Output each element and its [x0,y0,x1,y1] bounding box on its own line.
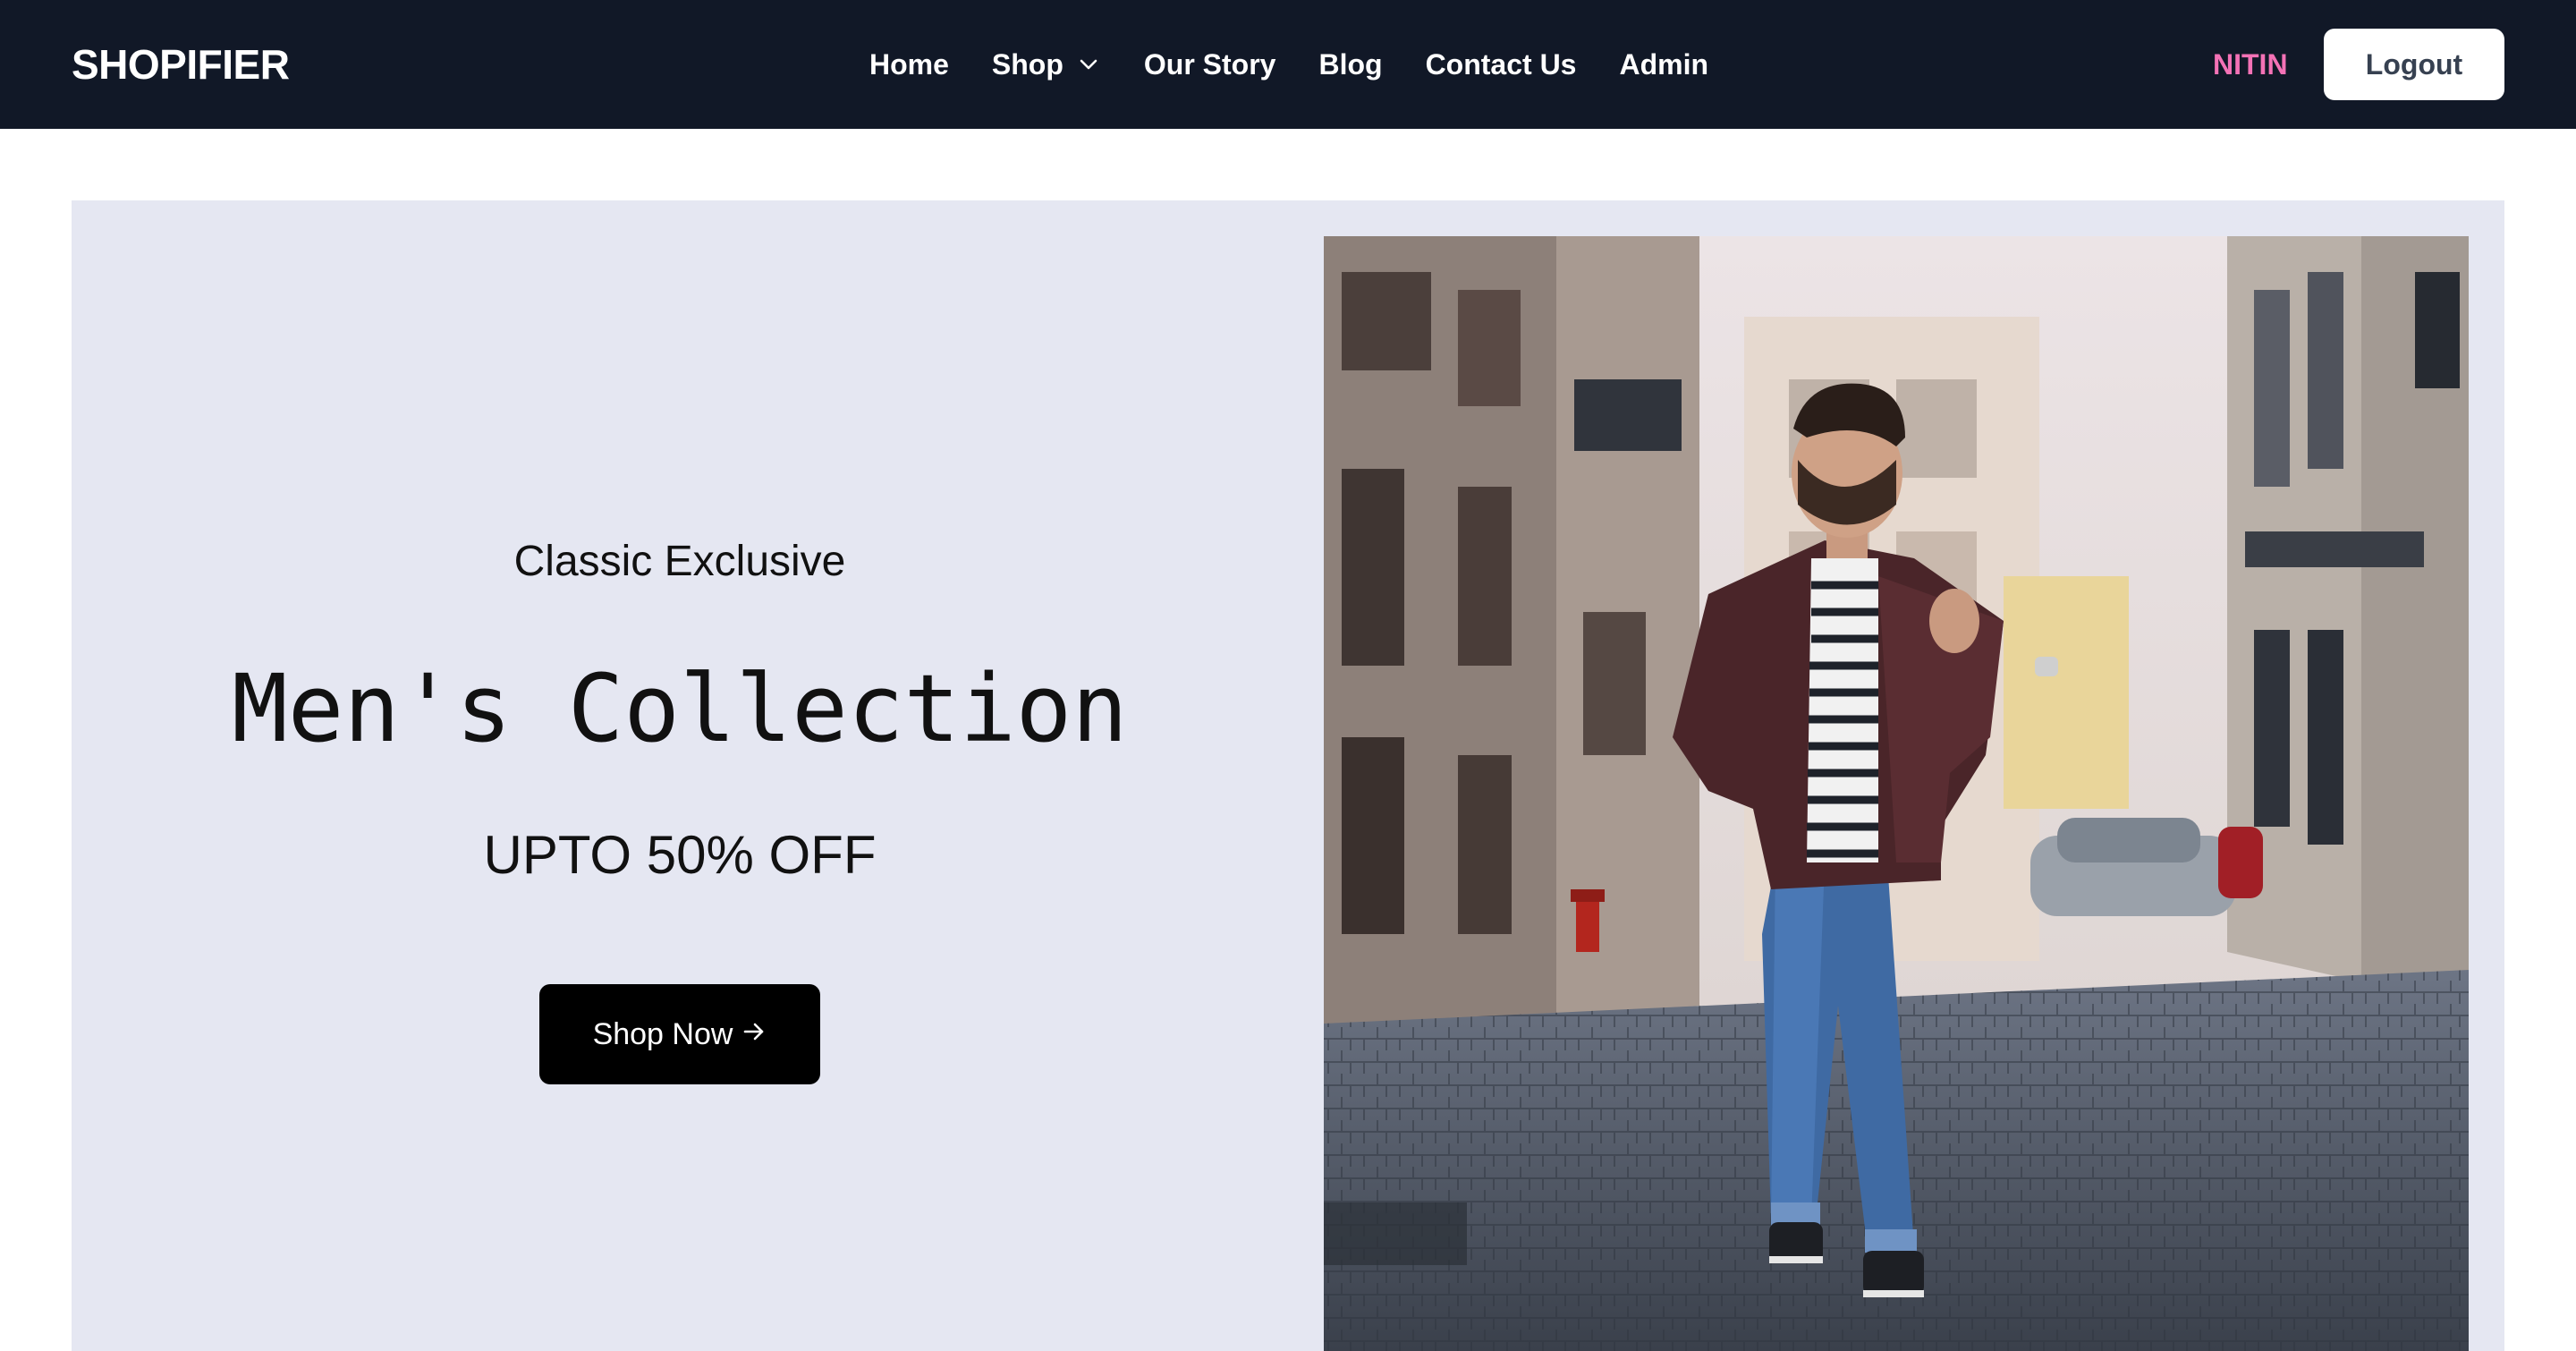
hero-discount: UPTO 50% OFF [483,825,877,885]
nav-shop[interactable]: Shop [992,39,1101,89]
nav-blog[interactable]: Blog [1318,39,1382,89]
nav-shop-label: Shop [991,48,1063,81]
user-name[interactable]: NITIN [2213,39,2288,89]
nav-contact-us[interactable]: Contact Us [1426,39,1577,89]
hero-image [1324,236,2469,1351]
hero-headline: Men's Collection [232,654,1128,763]
arrow-right-icon [741,1017,767,1052]
shop-now-button[interactable]: Shop Now [539,984,820,1084]
logout-button[interactable]: Logout [2324,29,2504,100]
shop-now-label: Shop Now [592,1016,733,1051]
nav-home[interactable]: Home [869,39,949,89]
hero-eyebrow: Classic Exclusive [513,538,846,585]
nav-admin[interactable]: Admin [1619,39,1708,89]
hero-banner: Classic Exclusive Men's Collection UPTO … [72,200,2504,1351]
brand-logo[interactable]: SHOPIFIER [72,39,290,89]
chevron-down-icon [1076,52,1101,77]
nav-our-story[interactable]: Our Story [1144,39,1276,89]
main-nav: Home Shop Our Story Blog Contact Us Admi… [869,39,1708,89]
street-scene-illustration [1324,236,2469,1351]
hero-text-panel: Classic Exclusive Men's Collection UPTO … [72,200,1288,1351]
top-navbar: SHOPIFIER Home Shop Our Story Blog Conta… [0,0,2576,129]
